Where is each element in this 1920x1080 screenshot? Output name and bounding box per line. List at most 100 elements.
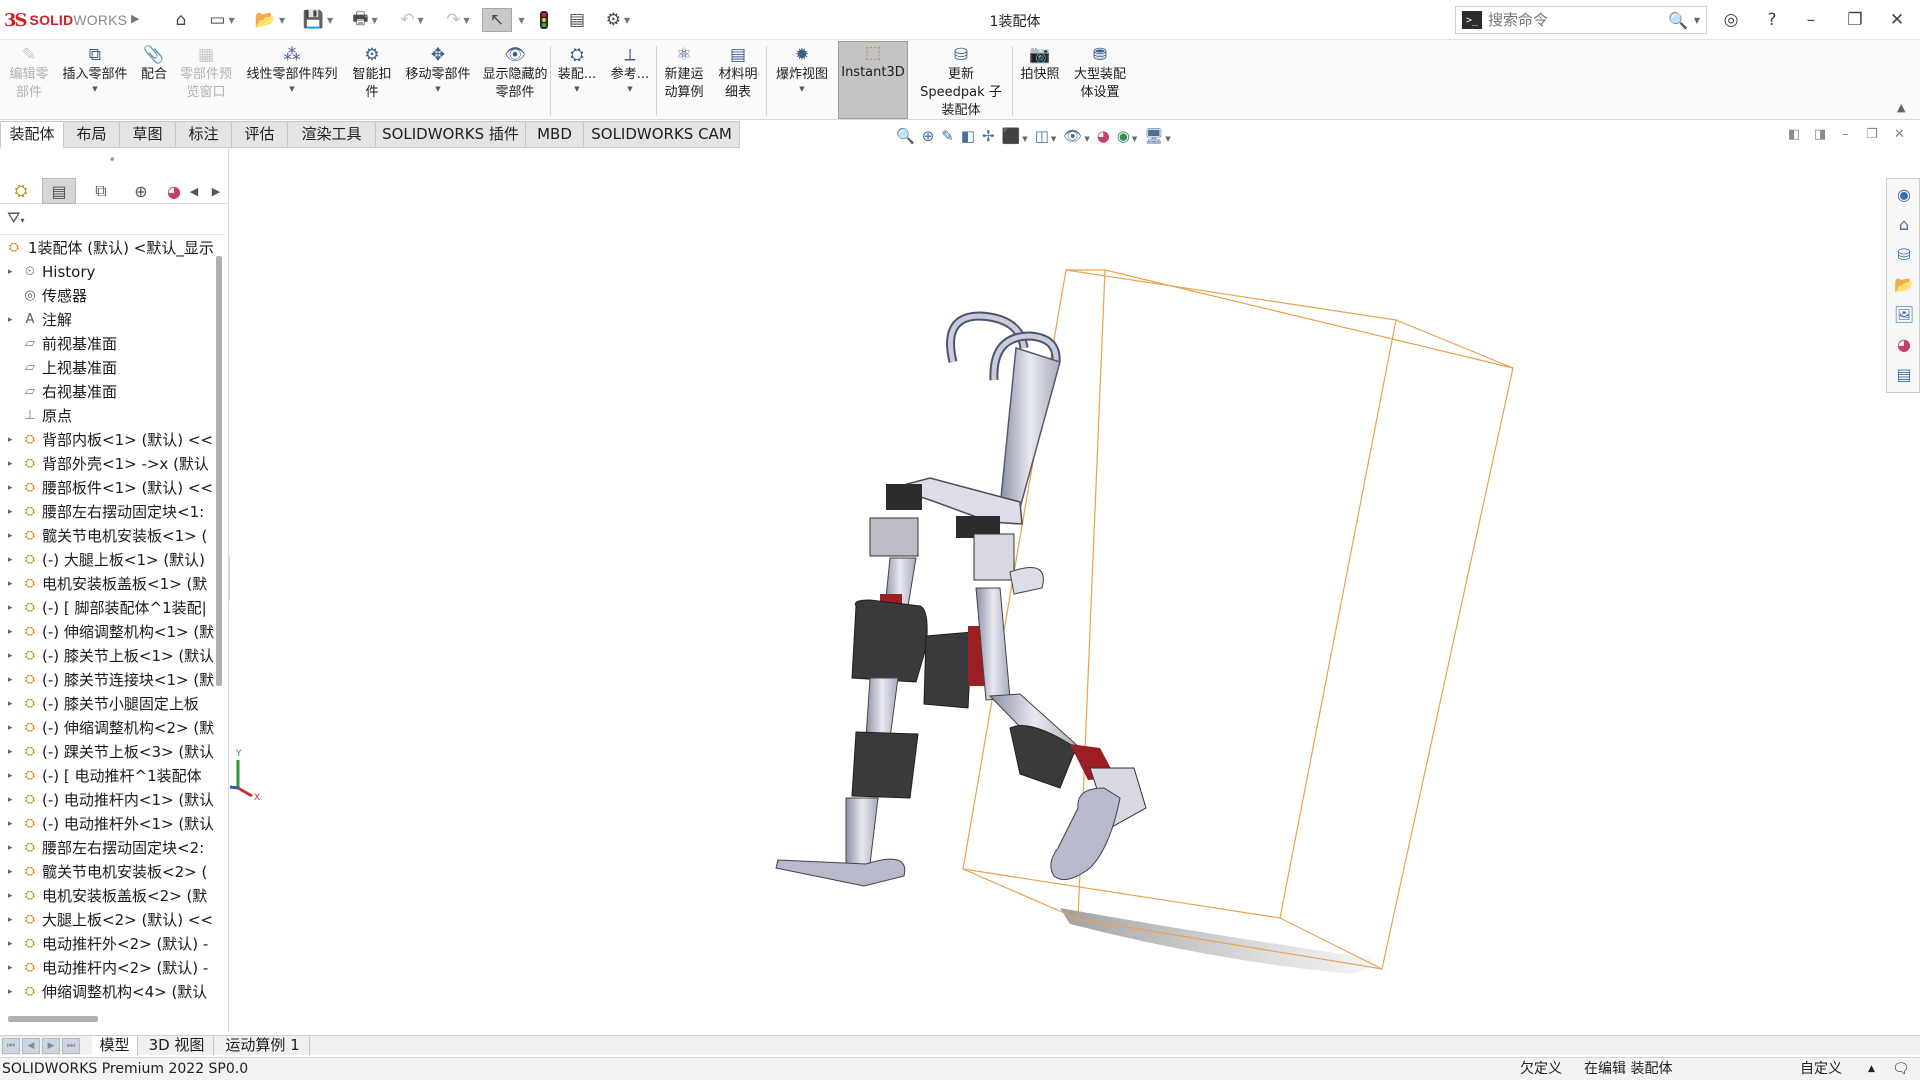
open-document-icon[interactable]: 📂 ▼ — [250, 8, 290, 32]
tab-scroll-right-icon[interactable]: ▶ — [206, 178, 226, 204]
expand-arrow-icon[interactable]: ▸ — [8, 740, 13, 764]
view-orientation-icon[interactable]: ⬛ ▼ — [1002, 127, 1028, 145]
user-account-icon[interactable]: ◎ — [1718, 8, 1744, 32]
configurationmanager-tab-icon[interactable]: ⧉ — [84, 178, 118, 204]
hide-show-items-icon[interactable]: 👁 ▼ — [1063, 127, 1089, 145]
last-tab-icon[interactable]: ⏭ — [62, 1038, 80, 1054]
tab-layout[interactable]: 布局 — [64, 121, 120, 148]
expand-arrow-icon[interactable]: ▸ — [8, 788, 13, 812]
expand-arrow-icon[interactable]: ▸ — [8, 860, 13, 884]
bill-of-materials-button[interactable]: ▤ 材料明细表 — [714, 44, 762, 118]
chat-icon[interactable]: 🗨 — [1892, 1058, 1910, 1080]
restore-window-icon[interactable]: ❐ — [1842, 8, 1868, 32]
file-properties-icon[interactable]: ▤ — [564, 8, 590, 32]
expand-arrow-icon[interactable]: ▸ — [8, 260, 13, 284]
chevron-down-icon[interactable]: ▼ — [240, 84, 344, 94]
menu-expand-arrow-icon[interactable]: ▶ — [131, 12, 139, 25]
previous-view-icon[interactable]: ✎ — [941, 127, 954, 145]
doc-close-icon[interactable]: ✕ — [1894, 127, 1905, 142]
expand-arrow-icon[interactable]: ▸ — [8, 836, 13, 860]
next-tab-icon[interactable]: ▶ — [42, 1038, 60, 1054]
update-speedpak-button[interactable]: ⛁ 更新 Speedpak 子装配体 — [914, 44, 1008, 118]
zoom-to-fit-icon[interactable]: 🔍 — [896, 127, 915, 145]
save-icon[interactable]: 💾 ▼ — [298, 8, 338, 32]
appearances-icon[interactable]: ◕ — [1887, 329, 1920, 359]
expand-arrow-icon[interactable]: ▸ — [8, 452, 13, 476]
unit-dropdown-icon[interactable]: ▲ — [1868, 1058, 1875, 1080]
options-gear-icon[interactable]: ⚙ ▼ — [598, 8, 638, 32]
chevron-down-icon[interactable]: ▼ — [606, 84, 654, 94]
graphics-area[interactable]: Y X Z — [196, 148, 1890, 1032]
expand-arrow-icon[interactable]: ▸ — [8, 500, 13, 524]
displaymanager-tab-icon[interactable]: ◕ — [164, 178, 184, 204]
expand-arrow-icon[interactable]: ▸ — [8, 716, 13, 740]
display-style-icon[interactable]: ◫ ▼ — [1035, 127, 1057, 145]
expand-arrow-icon[interactable]: ▸ — [8, 524, 13, 548]
dynamic-annotation-icon[interactable]: ✢ — [982, 127, 995, 145]
filter-icon[interactable]: ⛛▾ — [7, 208, 24, 228]
print-icon[interactable]: 🖶 ▼ — [344, 8, 386, 32]
select-dropdown-icon[interactable]: ▼ — [514, 8, 526, 32]
expand-arrow-icon[interactable]: ▸ — [8, 308, 13, 332]
tab-solidworks-cam[interactable]: SOLIDWORKS CAM — [584, 121, 740, 148]
section-view-icon[interactable]: ◧ — [961, 127, 975, 145]
large-assembly-settings-button[interactable]: ⛃ 大型装配体设置 — [1068, 44, 1132, 118]
first-tab-icon[interactable]: ⏮ — [2, 1038, 20, 1054]
expand-arrow-icon[interactable]: ▸ — [8, 692, 13, 716]
custom-properties-icon[interactable]: ▤ — [1887, 359, 1920, 389]
component-preview-button[interactable]: ▦ 零部件预览窗口 — [176, 44, 236, 118]
view-settings-icon[interactable]: 🖥 ▼ — [1144, 127, 1170, 145]
expand-arrow-icon[interactable]: ▸ — [8, 884, 13, 908]
expand-arrow-icon[interactable]: ▸ — [8, 620, 13, 644]
chevron-down-icon[interactable]: ▼ — [770, 84, 834, 94]
model-viewport[interactable]: Y X Z — [196, 148, 1890, 1032]
tab-motion-study[interactable]: 运动算例 1 — [216, 1036, 310, 1056]
tile-right-icon[interactable]: ◨ — [1814, 127, 1826, 142]
expand-arrow-icon[interactable]: ▸ — [8, 812, 13, 836]
expand-arrow-icon[interactable]: ▸ — [8, 908, 13, 932]
expand-arrow-icon[interactable]: ▸ — [8, 596, 13, 620]
propertymanager-tab-icon[interactable]: ▤ — [42, 178, 76, 204]
new-motion-study-button[interactable]: ⚛ 新建运动算例 — [660, 44, 708, 118]
reference-geometry-button[interactable]: ⟂ 参考... ▼ — [606, 44, 654, 118]
home-icon[interactable]: ⌂ — [168, 8, 194, 32]
tab-evaluate[interactable]: 评估 — [232, 121, 288, 148]
solidworks-logo[interactable]: 3S SOLIDWORKS — [4, 9, 127, 31]
solidworks-resources-icon[interactable]: ◉ — [1887, 179, 1920, 209]
search-commands-box[interactable]: >_ 🔍 ▼ — [1455, 6, 1707, 34]
unit-system[interactable]: 自定义 — [1800, 1058, 1842, 1080]
chevron-down-icon[interactable]: ▼ — [58, 84, 132, 94]
panel-handle-icon[interactable]: ⦁ — [110, 154, 115, 164]
tab-render-tools[interactable]: 渲染工具 — [288, 121, 376, 148]
tab-model[interactable]: 模型 — [92, 1036, 138, 1056]
expand-arrow-icon[interactable]: ▸ — [8, 764, 13, 788]
help-icon[interactable]: ? — [1759, 8, 1785, 32]
linear-pattern-button[interactable]: ⁂ 线性零部件阵列 ▼ — [240, 44, 344, 118]
expand-arrow-icon[interactable]: ▸ — [8, 932, 13, 956]
take-snapshot-button[interactable]: 📷 拍快照 — [1016, 44, 1064, 118]
redo-icon[interactable]: ↷ ▼ — [438, 8, 478, 32]
apply-scene-icon[interactable]: ◉ ▼ — [1117, 127, 1137, 145]
dimxpertmanager-tab-icon[interactable]: ⊕ — [124, 178, 158, 204]
expand-arrow-icon[interactable]: ▸ — [8, 476, 13, 500]
previous-tab-icon[interactable]: ◀ — [22, 1038, 40, 1054]
new-document-icon[interactable]: ▭ ▼ — [204, 8, 240, 32]
zoom-to-area-icon[interactable]: ⊕ — [922, 127, 935, 145]
tab-3d-views[interactable]: 3D 视图 — [140, 1036, 214, 1056]
search-icon[interactable]: 🔍 — [1668, 11, 1688, 30]
edit-appearance-icon[interactable]: ◕ — [1097, 127, 1110, 145]
tab-assembly[interactable]: 装配体 — [0, 121, 64, 148]
exoskeleton-model[interactable] — [775, 311, 1147, 887]
chevron-down-icon[interactable]: ▼ — [400, 84, 476, 94]
edit-component-button[interactable]: ✎ 编辑零部件 — [4, 44, 54, 118]
expand-arrow-icon[interactable]: ▸ — [8, 428, 13, 452]
tree-horizontal-scrollbar[interactable] — [8, 1016, 98, 1022]
tree-vertical-scrollbar[interactable] — [216, 256, 222, 686]
search-input[interactable] — [1488, 11, 1664, 29]
featuremanager-tab-icon[interactable]: ⛭ — [4, 178, 38, 204]
view-palette-icon[interactable]: 🖼 — [1887, 299, 1920, 329]
minimize-window-icon[interactable]: – — [1798, 8, 1824, 32]
tab-solidworks-addins[interactable]: SOLIDWORKS 插件 — [376, 121, 526, 148]
collapse-ribbon-icon[interactable]: ▲ — [1897, 101, 1905, 114]
insert-component-button[interactable]: ⧉ 插入零部件 ▼ — [58, 44, 132, 118]
